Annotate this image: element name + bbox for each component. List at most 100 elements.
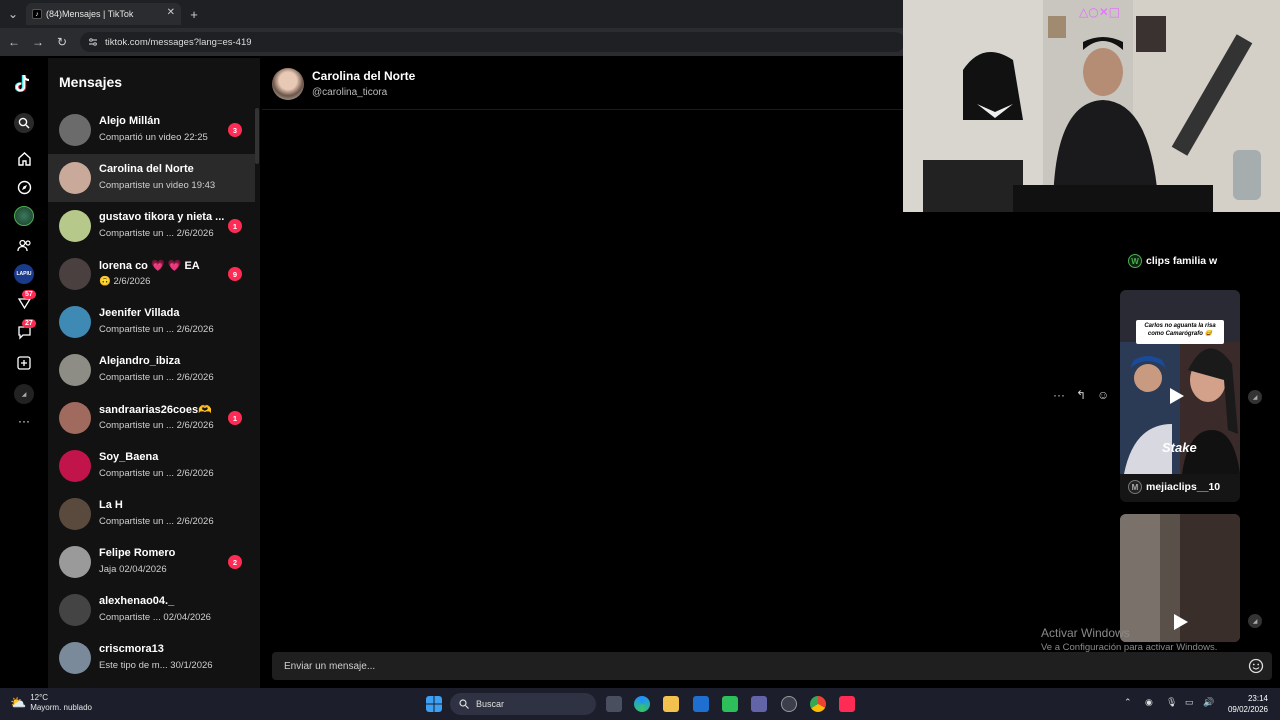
conversation-item[interactable]: La H Compartiste un ... 2/6/2026: [48, 490, 255, 538]
react-emoji-icon[interactable]: ☺: [1097, 388, 1109, 402]
weather-widget[interactable]: ⛅ 12°C Mayorm. nublado: [10, 693, 92, 713]
taskbar-search[interactable]: Buscar: [450, 693, 596, 715]
conversation-name: lorena co 💗 💗 EA: [99, 260, 200, 272]
browser-tab[interactable]: ♪ (84)Mensajes | TikTok ✕: [26, 3, 181, 25]
conversation-item[interactable]: gustavo tikora y nieta ... Compartiste un…: [48, 202, 255, 250]
chrome-icon[interactable]: [810, 696, 826, 712]
conversation-item[interactable]: criscmora13 Este tipo de m... 30/1/2026: [48, 634, 255, 682]
conversation-preview: Compartiste un ... 2/6/2026: [99, 468, 214, 479]
tray-chevron-icon[interactable]: ⌃: [1124, 697, 1132, 708]
conversation-item[interactable]: Alejo Millán Compartió un video 22:25 3: [48, 106, 255, 154]
profile-avatar-icon[interactable]: ◢: [14, 384, 34, 404]
more-icon[interactable]: ···: [14, 411, 34, 431]
conversation-time: 19:43: [191, 180, 216, 191]
tiktok-app-icon[interactable]: [839, 696, 855, 712]
chat-contact-name[interactable]: Carolina del Norte: [312, 69, 415, 83]
conversation-time: 02/04/2026: [163, 612, 211, 623]
windows-start-icon[interactable]: [426, 696, 442, 712]
avatar: [59, 450, 91, 482]
weather-desc: Mayorm. nublado: [30, 703, 92, 712]
forward-icon[interactable]: →: [30, 34, 46, 50]
upload-icon[interactable]: [14, 353, 34, 373]
shared-video-label-1[interactable]: W clips familia w: [1128, 254, 1217, 268]
following-icon[interactable]: [14, 235, 34, 255]
conversation-preview: Este tipo de m... 30/1/2026: [99, 660, 213, 671]
conversation-time: 2/6/2026: [176, 420, 214, 431]
url-text: tiktok.com/messages?lang=es-419: [105, 36, 252, 48]
back-icon[interactable]: ←: [6, 34, 22, 50]
author-avatar-icon: M: [1128, 480, 1142, 494]
conversation-name: Soy_Baena: [99, 451, 159, 463]
conversation-name: criscmora13: [99, 643, 164, 655]
close-tab-icon[interactable]: ✕: [167, 7, 175, 18]
task-view-icon[interactable]: [606, 696, 622, 712]
activity-badge: 57: [22, 290, 36, 299]
tray-app-icon[interactable]: ◉: [1145, 697, 1153, 708]
site-info-icon[interactable]: [88, 37, 98, 47]
message-placeholder: Enviar un mensaje...: [284, 660, 376, 672]
more-options-icon[interactable]: ···: [1053, 388, 1065, 402]
system-clock[interactable]: 23:14 09/02/2026: [1228, 693, 1268, 715]
conversation-name: Felipe Romero: [99, 547, 176, 559]
tab-search-icon[interactable]: ⌄: [5, 6, 21, 22]
conversation-item[interactable]: Jeenifer Villada Compartiste un ... 2/6/2…: [48, 298, 255, 346]
message-input[interactable]: Enviar un mensaje...: [272, 652, 1272, 680]
conversation-scrollbar[interactable]: [255, 108, 259, 164]
shared-video-card[interactable]: Carlos no aguanta la risa como Camarógra…: [1120, 290, 1240, 502]
file-explorer-icon[interactable]: [663, 696, 679, 712]
conversation-item[interactable]: Alejandro_ibiza Compartiste un ... 2/6/20…: [48, 346, 255, 394]
avatar: [59, 210, 91, 242]
avatar: [59, 258, 91, 290]
volume-icon[interactable]: 🔊: [1203, 697, 1214, 708]
video-caption: Carlos no aguanta la risa como Camarógra…: [1144, 323, 1216, 337]
conversation-time: 2/6/2026: [113, 276, 151, 287]
clock-time: 23:14: [1247, 694, 1268, 703]
conversation-time: 30/1/2026: [170, 660, 213, 671]
search-icon[interactable]: [14, 113, 34, 133]
activity-icon[interactable]: 57: [14, 290, 36, 313]
avatar: [59, 498, 91, 530]
sender-avatar-icon-2[interactable]: ◢: [1248, 614, 1262, 628]
network-icon[interactable]: ▭: [1185, 697, 1194, 708]
conversation-item[interactable]: Carolina del Norte Compartiste un video 1…: [48, 154, 255, 202]
outlook-icon[interactable]: [693, 696, 709, 712]
conversation-item[interactable]: Soy_Baena Compartiste un ... 2/6/2026: [48, 442, 255, 490]
conversation-item[interactable]: sandraarias26coes🫶 Compartiste un ... 2/6…: [48, 394, 255, 442]
live-channel-icon[interactable]: LAPIU: [14, 264, 34, 284]
conversation-name: Jeenifer Villada: [99, 307, 180, 319]
microphone-icon[interactable]: 🎙: [1166, 697, 1177, 708]
shared-video-card-2[interactable]: [1120, 514, 1240, 642]
green-app-icon[interactable]: [722, 696, 738, 712]
messages-icon[interactable]: 27: [14, 319, 36, 342]
reply-icon[interactable]: ↰: [1076, 388, 1086, 402]
teams-icon[interactable]: [751, 696, 767, 712]
edge-icon[interactable]: [634, 696, 650, 712]
conversation-preview: 🙃 2/6/2026: [99, 276, 151, 287]
shared-video-author[interactable]: M mejiaclips__10: [1128, 480, 1220, 494]
explore-icon[interactable]: [14, 177, 34, 197]
unread-badge: 3: [228, 123, 242, 137]
reload-icon[interactable]: ↻: [54, 34, 70, 50]
live-avatar-icon[interactable]: [14, 206, 34, 226]
sender-avatar-icon[interactable]: ◢: [1248, 390, 1262, 404]
address-bar[interactable]: tiktok.com/messages?lang=es-419: [80, 32, 905, 52]
conversation-item[interactable]: alexhenao04._ Compartiste ... 02/04/2026: [48, 586, 255, 634]
conversation-name: alexhenao04._: [99, 595, 175, 607]
new-tab-button[interactable]: +: [186, 6, 202, 22]
conversation-item[interactable]: lorena co 💗 💗 EA 🙃 2/6/2026 9: [48, 250, 255, 298]
emoji-icon[interactable]: [1248, 658, 1264, 674]
home-icon[interactable]: [14, 148, 34, 168]
conversation-item[interactable]: Felipe Romero Jaja 02/04/2026 2: [48, 538, 255, 586]
steam-icon[interactable]: [781, 696, 797, 712]
conversation-preview: Compartió un video 22:25: [99, 132, 208, 143]
avatar: [59, 162, 91, 194]
taskbar-search-icon: [459, 699, 469, 709]
tiktok-logo-icon[interactable]: [14, 74, 34, 94]
conversation-name: gustavo tikora y nieta ...: [99, 211, 225, 223]
conversation-preview: Jaja 02/04/2026: [99, 564, 167, 575]
windows-taskbar: ⛅ 12°C Mayorm. nublado Buscar ⌃ ◉ 🎙 ▭ 🔊 …: [0, 688, 1280, 720]
chat-avatar[interactable]: [272, 68, 304, 100]
conversation-time: 2/6/2026: [176, 324, 214, 335]
conversation-name: Carolina del Norte: [99, 163, 194, 175]
tiktok-favicon-icon: ♪: [32, 9, 42, 19]
